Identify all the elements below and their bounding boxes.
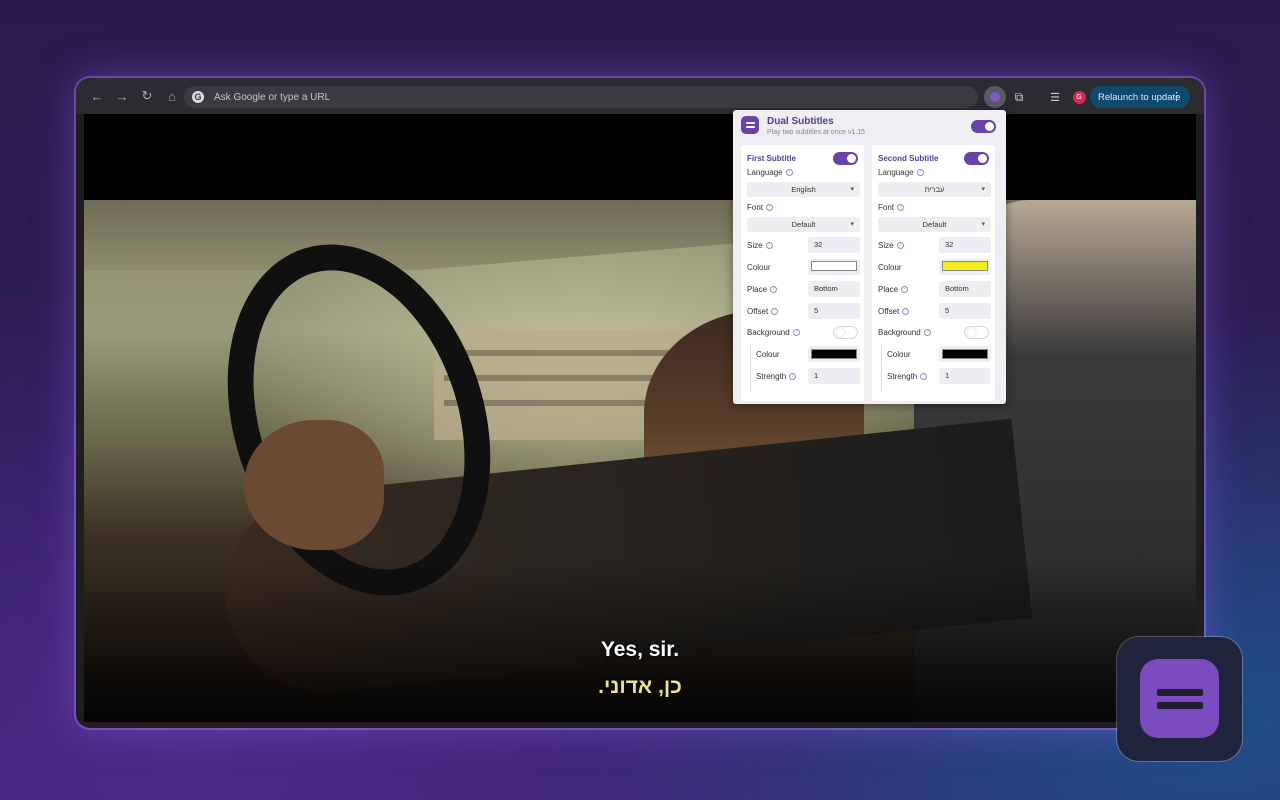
second-strength-label: Strength?: [887, 372, 928, 381]
help-icon: ?: [770, 286, 778, 294]
second-subtitle-heading: Second Subtitle: [878, 154, 939, 163]
help-icon: ?: [785, 169, 793, 177]
second-colour-field[interactable]: [939, 259, 991, 275]
reload-icon[interactable]: ↻: [136, 85, 158, 107]
browser-window: ← → ↻ ⌂ G Ask Google or type a URL ⧉ ☰ G…: [76, 78, 1204, 728]
first-size-label: Size?: [747, 241, 773, 250]
first-place-select[interactable]: Bottom: [808, 281, 860, 297]
second-font-select[interactable]: Default: [878, 217, 991, 232]
first-bg-colour-swatch[interactable]: [811, 349, 857, 359]
second-colour-label: Colour: [878, 263, 902, 272]
first-language-select[interactable]: English: [747, 182, 860, 197]
first-font-select[interactable]: Default: [747, 217, 860, 232]
second-size-label: Size?: [878, 241, 904, 250]
second-background-label: Background?: [878, 328, 931, 337]
video-player[interactable]: Yes, sir. כן, אדוני.: [84, 114, 1196, 722]
back-icon[interactable]: ←: [86, 85, 108, 107]
second-subtitle-toggle[interactable]: [964, 152, 989, 165]
second-font-label: Font?: [878, 203, 905, 212]
address-bar-placeholder: Ask Google or type a URL: [214, 91, 331, 103]
kebab-menu-icon[interactable]: ⋮: [1171, 90, 1182, 103]
profile-avatar[interactable]: G: [1068, 86, 1090, 108]
subtitle-primary: Yes, sir.: [600, 638, 680, 661]
tab-search-icon[interactable]: ☰: [1044, 86, 1066, 108]
second-offset-label: Offset?: [878, 307, 910, 316]
help-icon: ?: [920, 373, 928, 381]
second-offset-input[interactable]: 5: [939, 303, 991, 319]
first-strength-label: Strength?: [756, 372, 797, 381]
home-icon[interactable]: ⌂: [161, 85, 183, 107]
second-size-input[interactable]: 32: [939, 237, 991, 253]
first-colour-field[interactable]: [808, 259, 860, 275]
first-offset-label: Offset?: [747, 307, 779, 316]
first-strength-input[interactable]: 1: [808, 368, 860, 384]
second-strength-input[interactable]: 1: [939, 368, 991, 384]
dual-subtitles-popup: Dual Subtitles Play two subtitles at onc…: [733, 110, 1006, 404]
second-bg-colour-label: Colour: [887, 350, 911, 359]
second-background-toggle[interactable]: [964, 326, 989, 339]
help-icon: ?: [901, 286, 909, 294]
driver-hand: [244, 420, 384, 550]
address-bar[interactable]: G Ask Google or type a URL: [184, 86, 978, 108]
indent-line: [881, 346, 882, 392]
second-place-select[interactable]: Bottom: [939, 281, 991, 297]
second-language-label: Language?: [878, 168, 924, 177]
dual-subtitles-extension-icon[interactable]: [984, 86, 1006, 108]
relaunch-button[interactable]: Relaunch to update ⋮: [1090, 86, 1190, 108]
first-colour-label: Colour: [747, 263, 771, 272]
second-bg-colour-field[interactable]: [939, 346, 991, 362]
profile-initial: G: [1072, 90, 1086, 104]
first-subtitle-panel: First Subtitle Language? English Font? D…: [741, 145, 864, 401]
popup-subtitle: Play two subtitles at once v1.15: [767, 129, 866, 136]
first-bg-colour-field[interactable]: [808, 346, 860, 362]
subtitle-secondary: כן, אדוני.: [598, 675, 682, 698]
help-icon: ?: [771, 308, 779, 316]
second-bg-colour-swatch[interactable]: [942, 349, 988, 359]
help-icon: ?: [765, 242, 773, 250]
second-place-label: Place?: [878, 285, 909, 294]
popup-header: Dual Subtitles Play two subtitles at onc…: [733, 110, 1006, 142]
first-language-label: Language?: [747, 168, 793, 177]
extensions-puzzle-icon[interactable]: ⧉: [1008, 86, 1030, 108]
first-background-toggle[interactable]: [833, 326, 858, 339]
indent-line: [750, 346, 751, 392]
help-icon: ?: [897, 204, 905, 212]
first-place-label: Place?: [747, 285, 778, 294]
help-icon: ?: [902, 308, 910, 316]
dual-subtitles-app-icon: [1117, 637, 1242, 761]
forward-icon[interactable]: →: [111, 85, 133, 107]
master-toggle[interactable]: [971, 120, 996, 133]
relaunch-label: Relaunch to update: [1098, 91, 1181, 103]
popup-version: v1.15: [847, 129, 866, 136]
second-subtitle-panel: Second Subtitle Language? עברית Font? De…: [872, 145, 995, 401]
first-subtitle-toggle[interactable]: [833, 152, 858, 165]
popup-title: Dual Subtitles: [767, 116, 834, 127]
first-size-input[interactable]: 32: [808, 237, 860, 253]
help-icon: ?: [916, 169, 924, 177]
first-subtitle-heading: First Subtitle: [747, 154, 796, 163]
first-offset-input[interactable]: 5: [808, 303, 860, 319]
first-font-label: Font?: [747, 203, 774, 212]
help-icon: ?: [896, 242, 904, 250]
second-language-select[interactable]: עברית: [878, 182, 991, 197]
dual-subtitles-logo-icon: [741, 116, 759, 134]
help-icon: ?: [766, 204, 774, 212]
help-icon: ?: [789, 373, 797, 381]
first-background-label: Background?: [747, 328, 800, 337]
first-bg-colour-label: Colour: [756, 350, 780, 359]
second-colour-swatch[interactable]: [942, 261, 988, 271]
google-icon: G: [192, 91, 204, 103]
help-icon: ?: [792, 329, 800, 337]
help-icon: ?: [923, 329, 931, 337]
browser-toolbar: ← → ↻ ⌂ G Ask Google or type a URL ⧉ ☰ G…: [76, 78, 1204, 114]
first-colour-swatch[interactable]: [811, 261, 857, 271]
